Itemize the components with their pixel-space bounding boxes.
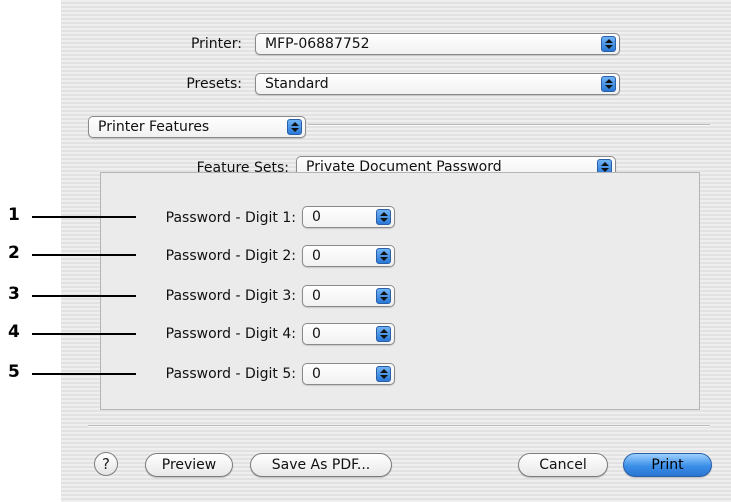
popup-arrows-icon (601, 76, 616, 92)
password-digit-value: 0 (312, 366, 321, 382)
printer-label: Printer: (190, 36, 242, 52)
callout-number: 4 (8, 322, 20, 342)
password-digit-label: Password - Digit 2: (165, 248, 296, 264)
callout-number: 2 (8, 243, 20, 263)
popup-arrows-icon (376, 288, 391, 304)
presets-popup[interactable]: Standard (255, 73, 620, 95)
help-button[interactable]: ? (94, 452, 118, 476)
password-digit-2-popup[interactable]: 0 (302, 245, 395, 267)
popup-arrows-icon (601, 36, 616, 52)
pane-menu-popup[interactable]: Printer Features (88, 116, 306, 138)
print-button[interactable]: Print (623, 453, 712, 477)
callout-line (32, 254, 136, 256)
pane-separator (308, 124, 710, 126)
footer-separator (88, 425, 710, 427)
printer-value: MFP-06887752 (265, 36, 370, 52)
popup-arrows-icon (376, 248, 391, 264)
password-digit-label: Password - Digit 5: (165, 366, 296, 382)
callout-number: 5 (8, 362, 20, 382)
password-digit-3-popup[interactable]: 0 (302, 285, 395, 307)
password-digit-label: Password - Digit 3: (165, 288, 296, 304)
callout-line (32, 295, 136, 297)
question-mark-icon: ? (102, 455, 110, 473)
password-digit-label: Password - Digit 1: (165, 210, 296, 226)
password-digit-value: 0 (312, 248, 321, 264)
callout-number: 1 (8, 205, 20, 225)
preview-button[interactable]: Preview (145, 453, 233, 477)
password-digit-4-popup[interactable]: 0 (302, 323, 395, 345)
callout-number: 3 (8, 284, 20, 304)
printer-popup[interactable]: MFP-06887752 (255, 33, 620, 55)
presets-value: Standard (265, 76, 329, 92)
callout-line (32, 216, 136, 218)
callout-line (32, 333, 136, 335)
password-digit-value: 0 (312, 288, 321, 304)
password-digit-value: 0 (312, 326, 321, 342)
popup-arrows-icon (287, 119, 302, 135)
popup-arrows-icon (376, 366, 391, 382)
cancel-button[interactable]: Cancel (518, 453, 608, 477)
popup-arrows-icon (376, 326, 391, 342)
popup-arrows-icon (376, 209, 391, 225)
presets-label: Presets: (186, 76, 242, 92)
password-digit-label: Password - Digit 4: (165, 326, 296, 342)
save-as-pdf-button[interactable]: Save As PDF... (250, 453, 392, 477)
password-digit-value: 0 (312, 209, 321, 225)
callout-line (32, 373, 136, 375)
pane-menu-value: Printer Features (98, 119, 210, 135)
password-digit-5-popup[interactable]: 0 (302, 363, 395, 385)
password-digit-1-popup[interactable]: 0 (302, 206, 395, 228)
